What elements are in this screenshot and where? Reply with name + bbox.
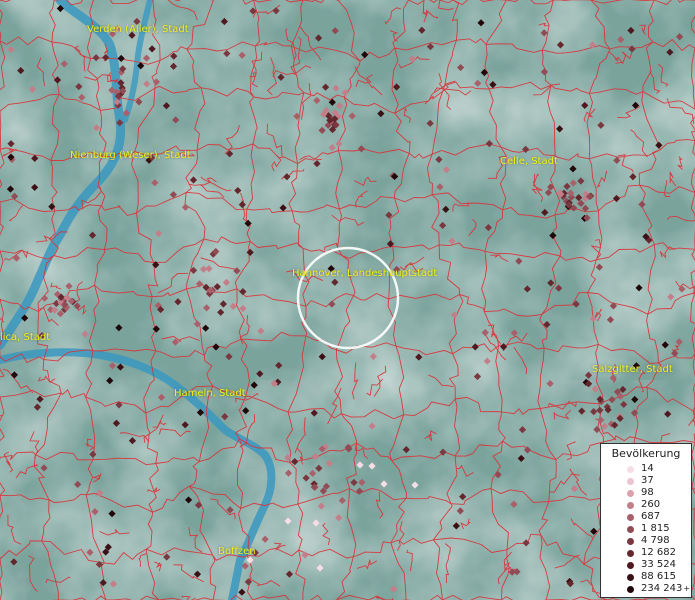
legend-label: 260 [641, 499, 661, 510]
city-label-verden[interactable]: Verden (Aller), Stadt [87, 24, 189, 36]
population-legend: Bevölkerung 14 37 98 260 687 1 815 4 798 12 682… [600, 443, 692, 598]
legend-item: 37 [625, 475, 691, 487]
legend-item: 88 615 [625, 571, 691, 583]
population-map[interactable]: Verden (Aller), Stadt Nienburg (Weser), … [0, 0, 695, 600]
legend-label: 88 615 [641, 571, 676, 582]
legend-swatch [627, 478, 634, 485]
legend-label: 98 [641, 487, 654, 498]
legend-label: 14 [641, 463, 654, 474]
legend-item: 98 [625, 487, 691, 499]
city-label-salzgitter[interactable]: Salzgitter, Stadt [592, 364, 673, 376]
legend-label: 1 815 [641, 523, 670, 534]
legend-item: 260 [625, 499, 691, 511]
legend-swatch [627, 574, 634, 581]
map-canvas[interactable] [0, 0, 695, 600]
legend-swatch [627, 502, 634, 509]
legend-label: 33 524 [641, 559, 676, 570]
legend-label: 12 682 [641, 547, 676, 558]
city-label-hameln[interactable]: Hameln, Stadt [174, 388, 246, 400]
legend-swatch [627, 550, 634, 557]
legend-title: Bevölkerung [611, 447, 681, 460]
legend-label: 687 [641, 511, 661, 522]
legend-swatch [627, 586, 634, 593]
legend-item: 234 243+ [625, 583, 691, 595]
legend-item: 33 524 [625, 559, 691, 571]
legend-swatch [627, 562, 634, 569]
city-label-hannover[interactable]: Hannover, Landeshauptstadt [292, 268, 437, 280]
legend-swatch [627, 514, 634, 521]
legend-swatch [627, 526, 634, 533]
legend-swatch [627, 466, 634, 473]
legend-label: 37 [641, 475, 654, 486]
legend-items: 14 37 98 260 687 1 815 4 798 12 682 33 524 88 615… [625, 463, 691, 595]
legend-item: 12 682 [625, 547, 691, 559]
legend-label: 234 243 [641, 583, 683, 594]
legend-item: 4 798 [625, 535, 691, 547]
city-label-nienburg[interactable]: Nienburg (Weser), Stadt [70, 150, 191, 162]
city-label-minden[interactable]: lica, Stadt [0, 332, 50, 344]
legend-swatch [627, 538, 634, 545]
legend-item: 14 [625, 463, 691, 475]
city-label-boffzen[interactable]: Boffzen [218, 546, 256, 558]
legend-label: 4 798 [641, 535, 670, 546]
legend-swatch [627, 490, 634, 497]
legend-item: 687 [625, 511, 691, 523]
city-label-celle[interactable]: Celle, Stadt [500, 156, 558, 168]
terrain-hills [0, 380, 695, 600]
legend-plus: + [683, 584, 691, 593]
legend-item: 1 815 [625, 523, 691, 535]
